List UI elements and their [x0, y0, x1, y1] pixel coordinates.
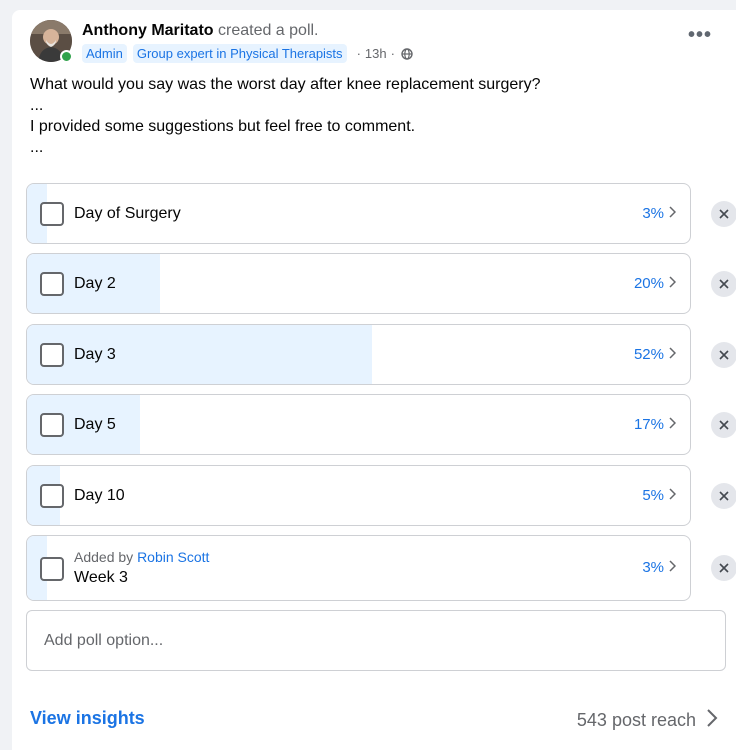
poll-option-checkbox[interactable]: [40, 413, 64, 437]
poll-option-week-3[interactable]: Added by Robin Scott Week 3 3%: [26, 535, 691, 601]
group-expert-badge[interactable]: Group expert in Physical Therapists: [132, 44, 347, 63]
poll-option-label: Week 3: [74, 569, 128, 586]
poll-option-label: Day 5: [74, 416, 116, 433]
poll-option-day-5[interactable]: Day 5 17%: [26, 394, 691, 455]
poll-option-checkbox[interactable]: [40, 557, 64, 581]
chevron-right-icon: [668, 275, 677, 292]
post-time[interactable]: 13h: [365, 46, 387, 61]
post-reach[interactable]: 543 post reach: [577, 708, 718, 733]
post-reach-label: 543 post reach: [576, 710, 696, 730]
author-name[interactable]: Anthony Maritato: [82, 22, 214, 39]
poll-option-label: Day of Surgery: [74, 205, 181, 222]
poll-option-checkbox[interactable]: [40, 202, 64, 226]
remove-option-button[interactable]: [711, 201, 736, 227]
chevron-right-icon: [668, 487, 677, 504]
post-action-text: created a poll.: [213, 22, 319, 39]
chevron-right-icon: [668, 205, 677, 222]
added-by-prefix: Added by: [74, 549, 138, 565]
remove-option-button[interactable]: [711, 412, 736, 438]
chevron-right-icon: [668, 416, 677, 433]
poll-option-percent[interactable]: 17%: [633, 416, 677, 433]
view-insights-link[interactable]: View insights: [30, 708, 145, 729]
close-icon: [719, 209, 729, 219]
poll-option-label: Day 2: [74, 275, 116, 292]
poll-option-percent-value: 5%: [642, 487, 664, 504]
close-icon: [719, 350, 729, 360]
poll-option-day-2[interactable]: Day 2 20%: [26, 253, 691, 314]
close-icon: [719, 491, 729, 501]
poll-option-checkbox[interactable]: [40, 343, 64, 367]
close-icon: [719, 279, 729, 289]
poll-option-percent-value: 20%: [633, 275, 664, 292]
poll-option-percent[interactable]: 5%: [642, 487, 677, 504]
post-text-line: ...: [30, 139, 44, 156]
added-by-line: Added by Robin Scott: [74, 549, 209, 565]
poll-option-checkbox[interactable]: [40, 272, 64, 296]
remove-option-button[interactable]: [711, 342, 736, 368]
post-text-line: ...: [30, 97, 44, 114]
chevron-right-icon: [668, 346, 677, 363]
post-card: Anthony Maritato created a poll. Admin G…: [12, 10, 736, 750]
post-body: What would you say was the worst day aft…: [30, 74, 540, 158]
remove-option-button[interactable]: [711, 483, 736, 509]
poll-option-percent-value: 52%: [633, 346, 664, 363]
post-meta: Admin Group expert in Physical Therapist…: [82, 44, 413, 63]
globe-icon[interactable]: [401, 47, 413, 60]
added-by-name[interactable]: Robin Scott: [137, 549, 209, 565]
poll-option-percent-value: 17%: [633, 416, 664, 433]
poll-option-percent[interactable]: 3%: [642, 205, 677, 222]
poll-option-day-of-surgery[interactable]: Day of Surgery 3%: [26, 183, 691, 244]
add-poll-option-input[interactable]: [44, 631, 725, 650]
remove-option-button[interactable]: [711, 271, 736, 297]
online-status-indicator: [60, 50, 73, 63]
more-options-icon[interactable]: •••: [688, 25, 712, 45]
poll-option-percent-value: 3%: [642, 559, 664, 576]
close-icon: [719, 563, 729, 573]
poll-option-percent-value: 3%: [642, 205, 664, 222]
author-line: Anthony Maritato created a poll.: [82, 22, 319, 40]
poll-option-label: Day 10: [74, 487, 125, 504]
poll-option-checkbox[interactable]: [40, 484, 64, 508]
chevron-right-icon: [706, 708, 718, 733]
poll-option-day-3[interactable]: Day 3 52%: [26, 324, 691, 385]
post-text-line: I provided some suggestions but feel fre…: [30, 118, 416, 135]
post-header: Anthony Maritato created a poll. Admin G…: [30, 20, 736, 72]
poll-option-day-10[interactable]: Day 10 5%: [26, 465, 691, 526]
remove-option-button[interactable]: [711, 555, 736, 581]
separator: ·: [356, 46, 361, 61]
poll-option-percent[interactable]: 20%: [633, 275, 677, 292]
separator: ·: [390, 46, 395, 61]
poll-option-percent[interactable]: 3%: [642, 559, 677, 576]
chevron-right-icon: [668, 559, 677, 576]
post-text-line: What would you say was the worst day aft…: [30, 76, 541, 93]
close-icon: [719, 420, 729, 430]
admin-badge[interactable]: Admin: [82, 44, 127, 63]
post-footer: View insights 543 post reach: [30, 708, 718, 732]
poll-option-label: Day 3: [74, 346, 116, 363]
add-poll-option-field[interactable]: [26, 610, 726, 671]
poll-option-percent[interactable]: 52%: [633, 346, 677, 363]
